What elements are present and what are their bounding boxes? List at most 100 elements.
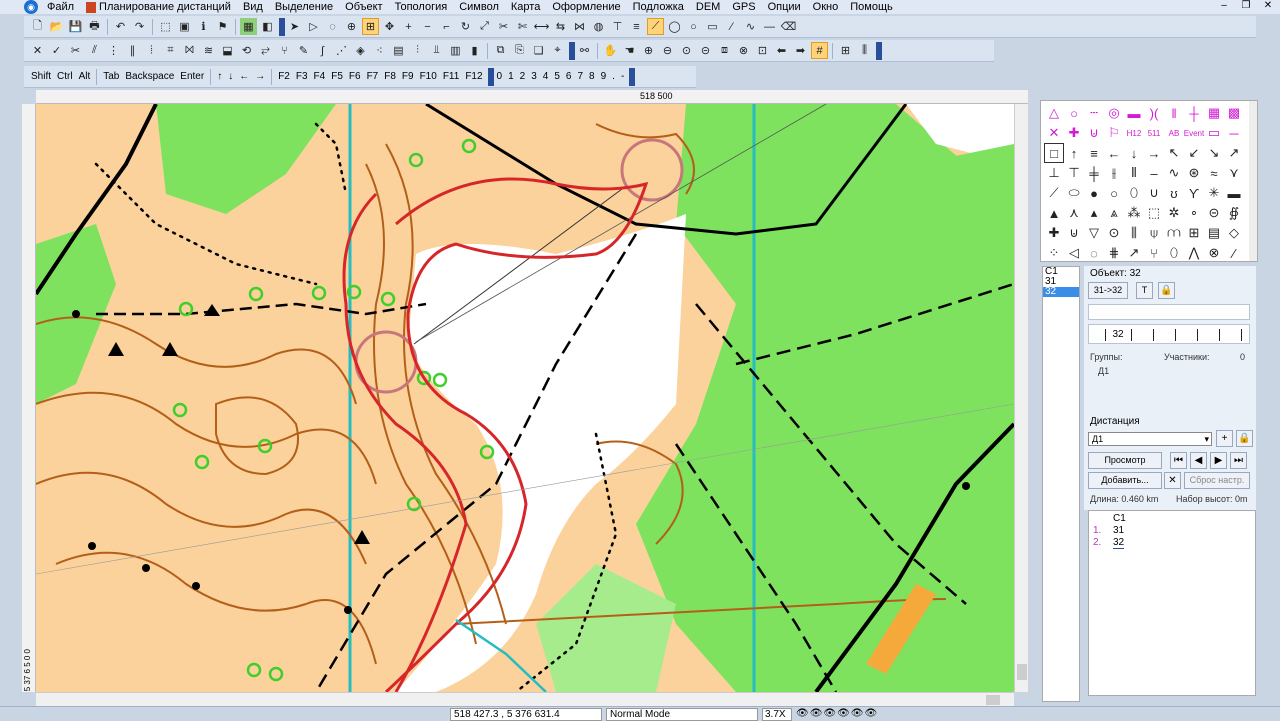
menu-select[interactable]: Выделение <box>269 0 339 14</box>
tiny-circle-symbol-icon[interactable]: ∘ <box>1184 203 1204 223</box>
menu-object[interactable]: Объект <box>339 0 388 14</box>
branch-icon[interactable]: ⑂ <box>276 42 293 59</box>
menu-topology[interactable]: Топология <box>389 0 454 14</box>
distance-lock-icon[interactable]: 🔒 <box>1236 430 1253 447</box>
tick-line-symbol-icon[interactable]: ⊥ <box>1044 163 1064 183</box>
duplicate-icon[interactable]: ❏ <box>530 42 547 59</box>
info-icon[interactable]: ℹ <box>195 18 212 35</box>
cut-tool-icon[interactable]: ✂ <box>67 42 84 59</box>
course-row-32[interactable]: 2. 32 <box>1093 537 1125 549</box>
menu-options[interactable]: Опции <box>762 0 807 14</box>
eye-symbol-icon[interactable]: ⊝ <box>1204 203 1224 223</box>
cut-area-icon[interactable]: ✄ <box>514 18 531 35</box>
list-item-32[interactable]: 32 <box>1043 287 1079 297</box>
hatch-area-symbol-icon[interactable]: ▦ <box>1204 103 1224 123</box>
double-wave-symbol-icon[interactable]: ≈ <box>1204 163 1224 183</box>
bar-icon[interactable]: ▮ <box>466 42 483 59</box>
dashed-line-symbol-icon[interactable]: ┄ <box>1084 103 1104 123</box>
key-2[interactable]: 2 <box>517 71 529 82</box>
stack-icon[interactable]: ≋ <box>200 42 217 59</box>
draw-straight-icon[interactable]: ∕ <box>723 18 740 35</box>
delete-control-icon[interactable]: ✕ <box>1164 472 1181 489</box>
layer-down-icon[interactable]: ⬓ <box>219 42 236 59</box>
grid-lines-icon[interactable]: ⦙ <box>143 42 160 59</box>
line-symbol-icon[interactable]: ─ <box>1224 123 1244 143</box>
wide-grid-symbol-icon[interactable]: ⊞ <box>1184 223 1204 243</box>
key-left-icon[interactable]: ← <box>236 71 252 82</box>
pi-symbol-icon[interactable]: ⩋ <box>1164 223 1184 243</box>
menu-dem[interactable]: DEM <box>690 0 726 14</box>
rectangle-symbol-icon[interactable]: ▭ <box>1204 123 1224 143</box>
slash-symbol-icon[interactable]: ⟋ <box>1044 183 1064 203</box>
first-icon[interactable]: ⏮ <box>1170 452 1187 469</box>
down-arrow-symbol-icon[interactable]: ↓ <box>1124 143 1144 163</box>
circle-symbol-icon[interactable]: ○ <box>1064 103 1084 123</box>
scale-icon[interactable]: ⤢ <box>476 18 493 35</box>
print-icon[interactable]: 🖶 <box>86 18 103 35</box>
back-arrow-icon[interactable]: ⬅ <box>773 42 790 59</box>
arrange-icon[interactable]: ⫫ <box>428 42 445 59</box>
menu-file[interactable]: Файл <box>41 0 80 14</box>
lambda-symbol-icon[interactable]: ⋀ <box>1184 243 1204 263</box>
key-f6[interactable]: F6 <box>346 71 364 82</box>
split-icon[interactable]: ⫽ <box>86 42 103 59</box>
copy-icon[interactable]: ⧉ <box>492 42 509 59</box>
text-align-icon[interactable]: ⫶ <box>409 42 426 59</box>
small-circle-symbol-icon[interactable]: ○ <box>1104 183 1124 203</box>
dotted-diamond-symbol-icon[interactable]: ⁘ <box>1044 243 1064 263</box>
hash-symbol-icon[interactable]: ⋕ <box>1104 243 1124 263</box>
bracket-symbol-icon[interactable]: )( <box>1144 103 1164 123</box>
text-symbol-event[interactable]: Event <box>1184 123 1204 143</box>
fill-tool-icon[interactable]: ◈ <box>352 42 369 59</box>
text-t-button[interactable]: T <box>1136 282 1153 299</box>
zoom-all-icon[interactable]: ⊗ <box>735 42 752 59</box>
crossed-line-symbol-icon[interactable]: ┼ <box>1184 103 1204 123</box>
menu-layout[interactable]: Оформление <box>546 0 626 14</box>
dash-points-icon[interactable]: ⋮ <box>105 42 122 59</box>
parallel-icon[interactable]: ∥ <box>124 42 141 59</box>
snap-icon[interactable]: ⌖ <box>549 42 566 59</box>
key-9[interactable]: 9 <box>598 71 610 82</box>
square-symbol-icon[interactable]: □ <box>1044 143 1064 163</box>
lock-icon[interactable]: 🔒 <box>1158 282 1175 299</box>
draw-ellipse-icon[interactable]: ◯ <box>666 18 683 35</box>
circle-cross-symbol-icon[interactable]: ⊛ <box>1184 163 1204 183</box>
bar-symbol-icon[interactable]: ▬ <box>1224 183 1244 203</box>
hatch-icon[interactable]: ▤ <box>390 42 407 59</box>
key-5[interactable]: 5 <box>551 71 563 82</box>
control-description-row[interactable]: 32 <box>1088 324 1250 344</box>
fork-symbol-icon[interactable]: ⑂ <box>1144 243 1164 263</box>
key-down-icon[interactable]: ↓ <box>225 71 236 82</box>
preview-button[interactable]: Просмотр <box>1088 452 1162 469</box>
key-1[interactable]: 1 <box>505 71 517 82</box>
se-arrow-symbol-icon[interactable]: ↘ <box>1204 143 1224 163</box>
filled-triangle-symbol-icon[interactable]: ▲ <box>1044 203 1064 223</box>
key-f2[interactable]: F2 <box>275 71 293 82</box>
dash-symbol-icon[interactable]: – <box>1144 163 1164 183</box>
smooth-icon[interactable]: ∫ <box>314 42 331 59</box>
cup-symbol-icon[interactable]: ⊍ <box>1084 123 1104 143</box>
key-minus[interactable]: - <box>618 71 627 82</box>
key-right-icon[interactable]: → <box>252 71 268 82</box>
move-node-icon[interactable]: ⊕ <box>343 18 360 35</box>
small-triangle-symbol-icon[interactable]: ▴ <box>1084 203 1104 223</box>
double-arrow-symbol-icon[interactable]: ↗ <box>1124 243 1144 263</box>
key-f9[interactable]: F9 <box>399 71 417 82</box>
edit-object-icon[interactable]: ⊞ <box>362 18 379 35</box>
vertical-hatch-symbol-icon[interactable]: ⫼ <box>1124 223 1144 243</box>
menu-view[interactable]: Вид <box>237 0 269 14</box>
menu-gps[interactable]: GPS <box>726 0 761 14</box>
key-up-icon[interactable]: ↑ <box>214 71 225 82</box>
y-symbol-icon[interactable]: ⋏ <box>1064 203 1084 223</box>
merge-icon[interactable]: ⨝ <box>181 42 198 59</box>
grid-icon[interactable]: # <box>811 42 828 59</box>
text-symbol-511[interactable]: 511 <box>1144 123 1164 143</box>
pointer-icon[interactable]: ➤ <box>286 18 303 35</box>
asterisk-symbol-icon[interactable]: ✲ <box>1164 203 1184 223</box>
x-symbol-icon[interactable]: ✕ <box>1044 123 1064 143</box>
open-file-icon[interactable]: 📂 <box>48 18 65 35</box>
forward-arrow-icon[interactable]: ➡ <box>792 42 809 59</box>
key-0[interactable]: 0 <box>494 71 506 82</box>
key-7[interactable]: 7 <box>574 71 586 82</box>
menu-background[interactable]: Подложка <box>627 0 690 14</box>
